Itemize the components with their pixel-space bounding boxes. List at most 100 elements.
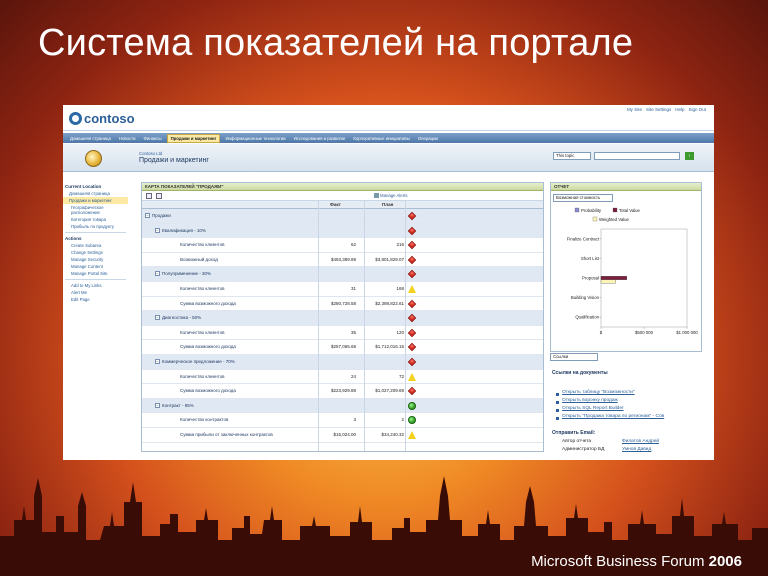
- scorecard-row[interactable]: Количество клиентов 62 216: [142, 238, 543, 253]
- scorecard-toolbar: Manage Alerts: [142, 191, 543, 201]
- tab-operations[interactable]: Операции: [415, 135, 441, 142]
- export-icon[interactable]: [156, 193, 162, 199]
- top-navigation: Домашняя страница Новости Финансы Продаж…: [63, 133, 714, 143]
- bullet-icon: [556, 401, 559, 404]
- ql-item-category[interactable]: Категория товара: [63, 216, 128, 223]
- ql-alert-me[interactable]: Alert Me: [63, 289, 128, 296]
- site-title-bar: Contoso Ltd Продажи и маркетинг This top…: [63, 144, 714, 172]
- top-link-my-site[interactable]: My Site: [627, 107, 642, 112]
- search-go-icon[interactable]: ›: [685, 152, 694, 160]
- kpi-plan: 168: [396, 285, 404, 291]
- scorecard-header: Факт План: [142, 201, 543, 209]
- scorecard-row[interactable]: Количество клиентов 24 72: [142, 370, 543, 385]
- kpi-fact: 31: [350, 285, 356, 291]
- scorecard-row[interactable]: Количество клиентов 35 120: [142, 326, 543, 341]
- search-scope-select[interactable]: This topic: [553, 152, 591, 160]
- scorecard-row[interactable]: Возможный доход $493,389.89 $3,801,829.07: [142, 253, 543, 268]
- tab-it[interactable]: Информационные технологии: [222, 135, 288, 142]
- kpi-label: Сумма возможного дохода: [180, 344, 236, 350]
- bar-total-value: [600, 276, 627, 280]
- top-link-help[interactable]: Help: [675, 107, 684, 112]
- col-plan-header: План: [382, 202, 394, 207]
- legend-swatch: [592, 216, 598, 222]
- status-red-icon: [407, 328, 417, 337]
- tab-sales-marketing[interactable]: Продажи и маркетинг: [166, 133, 221, 143]
- status-yellow-icon: [408, 372, 416, 381]
- category-label: Qualification: [575, 315, 599, 320]
- manage-alerts-link[interactable]: Manage Alerts: [374, 193, 408, 199]
- ql-action-manage-security[interactable]: Manage Security: [63, 256, 128, 263]
- doc-link-regions[interactable]: Открыть "Продажа товара по регионам" - С…: [562, 414, 664, 419]
- ql-item-sales[interactable]: Продажи и маркетинг: [63, 197, 128, 204]
- collapse-icon[interactable]: −: [155, 402, 160, 408]
- print-icon[interactable]: [146, 193, 152, 199]
- doc-link-opportunities[interactable]: Открыть таблицу "Возможности": [562, 390, 635, 395]
- scorecard-row[interactable]: Сумма возможного дохода $223,929.88 $1,027…: [142, 384, 543, 399]
- tab-initiatives[interactable]: Корпоративные инициативы: [350, 135, 412, 142]
- collapse-icon[interactable]: −: [155, 271, 160, 277]
- status-red-icon: [407, 357, 417, 367]
- scorecard-row[interactable]: − Квалификация - 10%: [142, 223, 543, 239]
- portal-header: contoso My Site Site Settings Help Sign …: [63, 105, 714, 131]
- tab-research[interactable]: Исследования и развитие: [291, 135, 349, 142]
- kpi-plan: 120: [396, 329, 404, 335]
- links-title: Ссылки на документы: [552, 370, 608, 376]
- legend-swatch: [574, 207, 580, 213]
- ql-item-geo[interactable]: Географическое расположение: [63, 204, 128, 216]
- bullet-icon: [556, 409, 559, 412]
- kpi-label: Полуприменение - 30%: [162, 271, 212, 277]
- portal-screenshot: contoso My Site Site Settings Help Sign …: [63, 105, 714, 460]
- status-red-icon: [407, 226, 417, 235]
- scorecard-row[interactable]: Сумма возможного дохода $280,728.58 $2,398…: [142, 297, 543, 312]
- ql-add-my-links[interactable]: Add to My Links: [63, 282, 128, 289]
- links-selector[interactable]: Ссылки: [550, 353, 598, 361]
- tab-news[interactable]: Новости: [116, 135, 139, 142]
- scorecard-body: − Продажи − Квалификация - 10% Количество кл…: [142, 209, 543, 443]
- contoso-logo[interactable]: contoso: [69, 111, 135, 126]
- kpi-label: Контракт - 95%: [162, 402, 194, 408]
- status-red-icon: [407, 211, 417, 221]
- tab-finance[interactable]: Финансы: [141, 135, 165, 142]
- collapse-icon[interactable]: −: [155, 315, 160, 321]
- top-link-sign-out[interactable]: Sign Out: [688, 107, 706, 112]
- ql-action-create-subarea[interactable]: Create Subarea: [63, 242, 128, 249]
- status-red-icon: [407, 255, 417, 265]
- collapse-icon[interactable]: −: [145, 213, 150, 218]
- scorecard-row[interactable]: Количество клиентов 31 168: [142, 282, 543, 297]
- scorecard-row[interactable]: − Диагностика - 50%: [142, 311, 543, 326]
- bullet-icon: [556, 393, 559, 396]
- report-selector[interactable]: Возможная стоимость: [553, 194, 613, 202]
- scorecard-row[interactable]: Количество контрактов 3 2: [142, 413, 543, 428]
- ql-action-manage-portal[interactable]: Manage Portal Site: [63, 270, 128, 277]
- ql-edit-page[interactable]: Edit Page: [63, 296, 128, 303]
- scorecard-row[interactable]: Сумма возможного дохода $257,065.68 $1,712…: [142, 340, 543, 355]
- search-input[interactable]: [594, 152, 680, 160]
- ql-action-change-settings[interactable]: Change Settings: [63, 249, 128, 256]
- x-tick-label: $: [600, 330, 603, 335]
- collapse-icon[interactable]: −: [155, 227, 160, 233]
- ql-item-home[interactable]: Домашняя страница: [63, 190, 128, 197]
- ql-action-manage-content[interactable]: Manage Content: [63, 263, 128, 270]
- kpi-label: Квалификация - 10%: [162, 227, 206, 233]
- scorecard-row[interactable]: − Продажи: [142, 209, 543, 224]
- kpi-fact: 35: [350, 329, 356, 335]
- collapse-icon[interactable]: −: [155, 358, 160, 364]
- scorecard-row[interactable]: − Коммерческое предложение - 70%: [142, 354, 543, 370]
- doc-link-funnel[interactable]: Открыть воронку продаж: [562, 398, 618, 403]
- doc-link-report-builder[interactable]: Открыть SQL Report Builder: [562, 406, 624, 411]
- breadcrumb[interactable]: Contoso Ltd: [139, 151, 162, 156]
- kpi-fact: $493,389.89: [330, 256, 356, 262]
- ql-heading-current-location: Current Location: [65, 184, 102, 189]
- top-link-site-settings[interactable]: Site Settings: [646, 107, 671, 112]
- alert-icon: [374, 193, 379, 199]
- scorecard-row[interactable]: − Контракт - 95%: [142, 398, 543, 414]
- status-red-icon: [407, 270, 417, 279]
- scorecard-row[interactable]: − Полуприменение - 30%: [142, 267, 543, 282]
- manage-alerts-label: Manage Alerts: [380, 193, 408, 198]
- kpi-plan: 216: [396, 242, 404, 248]
- ql-separator: [65, 232, 126, 233]
- ql-item-profit[interactable]: Прибыль по продукту: [63, 223, 128, 230]
- page-title: Продажи и маркетинг: [139, 157, 209, 164]
- kpi-label: Сумма возможного дохода: [180, 300, 236, 306]
- tab-home[interactable]: Домашняя страница: [67, 135, 114, 142]
